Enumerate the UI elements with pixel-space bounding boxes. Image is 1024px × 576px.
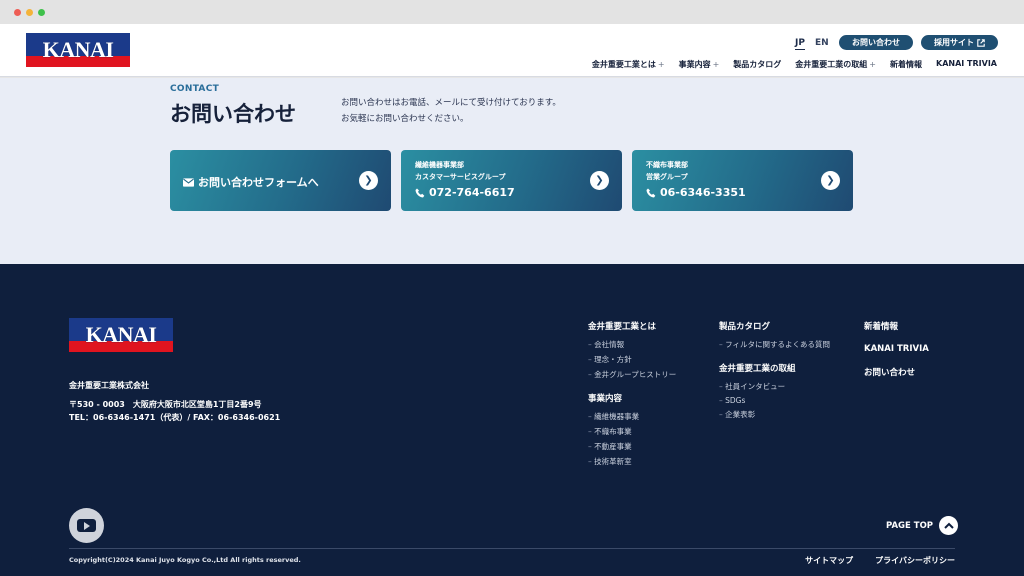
nonwoven-dept-name: 不織布事業部	[646, 161, 688, 169]
footer-link-initiatives[interactable]: 金井重要工業の取組	[719, 362, 830, 374]
footer-divider	[69, 548, 955, 549]
footer-logo[interactable]: KANAI	[69, 318, 173, 352]
close-window-dot[interactable]	[14, 8, 21, 16]
contact-desc-line2: お気軽にお問い合わせください。	[341, 114, 469, 124]
header-contact-button[interactable]: お問い合わせ	[839, 35, 913, 50]
site-footer: KANAI 金井重要工業株式会社 〒530 - 0003 大阪府大阪市北区堂島1…	[0, 264, 1024, 576]
maximize-window-dot[interactable]	[38, 8, 45, 16]
nav-business-label: 事業内容	[678, 60, 711, 69]
footer-link-contact[interactable]: お問い合わせ	[864, 366, 929, 378]
nav-catalog-label: 製品カタログ	[733, 60, 782, 69]
fiber-dept-name: 繊維機器事業部	[415, 161, 464, 169]
nav-business[interactable]: 事業内容 +	[679, 59, 720, 70]
footer-col-2: 製品カタログ フィルタに関するよくある質問 金井重要工業の取組 社員インタビュー…	[719, 320, 830, 420]
phone-icon	[415, 188, 425, 197]
page-top-button[interactable]: PAGE TOP	[886, 516, 959, 535]
footer-col-1: 金井重要工業とは 会社情報 理念・方針 金井グループヒストリー 事業内容 繊維機…	[588, 320, 676, 467]
footer-link-nonwoven[interactable]: 不織布事業	[588, 426, 676, 437]
site-header: KANAI JP EN お問い合わせ 採用サイト 金井重要工業とは + 事業内容 +…	[0, 24, 1024, 77]
nav-catalog[interactable]: 製品カタログ	[733, 59, 781, 70]
footer-link-business[interactable]: 事業内容	[588, 392, 676, 404]
sitemap-link[interactable]: サイトマップ	[805, 555, 853, 566]
footer-link-filter-faq[interactable]: フィルタに関するよくある質問	[719, 339, 830, 350]
footer-link-catalog[interactable]: 製品カタログ	[719, 320, 830, 332]
phone-icon	[646, 188, 656, 197]
nav-about-label: 金井重要工業とは	[591, 60, 656, 69]
copyright-text: Copyright(C)2024 Kanai Juyo Kogyo Co.,Lt…	[69, 556, 301, 564]
footer-link-about[interactable]: 金井重要工業とは	[588, 320, 676, 332]
footer-link-sdgs[interactable]: SDGs	[719, 396, 830, 405]
nav-initiatives-label: 金井重要工業の取組	[795, 60, 868, 69]
footer-link-company-info[interactable]: 会社情報	[588, 339, 676, 350]
footer-link-interview[interactable]: 社員インタビュー	[719, 381, 830, 392]
lang-en-link[interactable]: EN	[815, 38, 829, 48]
nav-initiatives[interactable]: 金井重要工業の取組 +	[795, 59, 876, 70]
footer-address: 〒530 - 0003 大阪府大阪市北区堂島1丁目2番9号	[69, 400, 262, 409]
contact-form-label: お問い合わせフォームへ	[198, 176, 319, 189]
footer-company-name: 金井重要工業株式会社	[69, 381, 149, 390]
header-recruit-button[interactable]: 採用サイト	[921, 35, 998, 50]
footer-col-3: 新着情報 KANAI TRIVIA お問い合わせ	[864, 320, 929, 378]
nav-about[interactable]: 金井重要工業とは +	[592, 59, 665, 70]
fiber-dept-phone-card[interactable]: 繊維機器事業部 カスタマーサービスグループ 072-764-6617 ❯	[401, 150, 622, 211]
privacy-policy-link[interactable]: プライバシーポリシー	[875, 555, 955, 566]
nonwoven-dept-tel: 06-6346-3351	[660, 186, 746, 199]
footer-link-awards[interactable]: 企業表彰	[719, 409, 830, 420]
footer-link-realestate[interactable]: 不動産事業	[588, 441, 676, 452]
footer-bottom-links: サイトマップ プライバシーポリシー	[805, 555, 955, 566]
footer-tel-fax: TEL：06-6346-1471（代表）/ FAX：06-6346-0621	[69, 413, 281, 422]
header-contact-label: お問い合わせ	[852, 38, 900, 47]
arrow-right-icon: ❯	[590, 171, 609, 190]
nav-business-plus-icon: +	[712, 60, 720, 69]
browser-chrome	[0, 0, 1024, 24]
header-logo-text: KANAI	[42, 37, 114, 62]
fiber-dept-tel: 072-764-6617	[429, 186, 515, 199]
nav-about-plus-icon: +	[657, 60, 665, 69]
contact-description: お問い合わせはお電話、メールにて受け付けております。 お気軽にお問い合わせくださ…	[341, 95, 561, 127]
footer-link-fiber[interactable]: 繊維機器事業	[588, 411, 676, 422]
arrow-right-icon: ❯	[821, 171, 840, 190]
lang-jp-link[interactable]: JP	[795, 38, 805, 50]
arrow-right-icon: ❯	[359, 171, 378, 190]
footer-link-innovation[interactable]: 技術革新室	[588, 456, 676, 467]
footer-link-trivia[interactable]: KANAI TRIVIA	[864, 344, 929, 354]
nav-trivia[interactable]: KANAI TRIVIA	[936, 59, 997, 70]
footer-link-philosophy[interactable]: 理念・方針	[588, 354, 676, 365]
nav-initiatives-plus-icon: +	[869, 60, 876, 69]
nav-news-label: 新着情報	[890, 60, 922, 69]
contact-title: お問い合わせ	[170, 102, 296, 126]
nav-news[interactable]: 新着情報	[890, 59, 922, 70]
nav-trivia-label: KANAI TRIVIA	[936, 59, 997, 68]
external-link-icon	[977, 38, 985, 47]
contact-form-card[interactable]: お問い合わせフォームへ ❯	[170, 150, 391, 211]
main-nav: 金井重要工業とは + 事業内容 + 製品カタログ 金井重要工業の取組 + 新着情報 K…	[592, 59, 997, 70]
youtube-icon	[77, 519, 96, 532]
page-top-label: PAGE TOP	[886, 520, 934, 531]
nonwoven-dept-group: 営業グループ	[646, 173, 688, 181]
contact-section: CONTACT お問い合わせ お問い合わせはお電話、メールにて受け付けております…	[0, 78, 1024, 264]
contact-eng-label: CONTACT	[170, 84, 220, 94]
header-logo[interactable]: KANAI	[26, 33, 130, 67]
chevron-up-icon	[939, 516, 959, 535]
footer-link-history[interactable]: 金井グループヒストリー	[588, 369, 676, 380]
mail-icon	[183, 177, 194, 187]
minimize-window-dot[interactable]	[26, 8, 33, 16]
header-recruit-label: 採用サイト	[934, 38, 974, 47]
nonwoven-dept-phone-card[interactable]: 不織布事業部 営業グループ 06-6346-3351 ❯	[632, 150, 853, 211]
youtube-link[interactable]	[69, 508, 104, 543]
fiber-dept-group: カスタマーサービスグループ	[415, 173, 506, 181]
footer-logo-text: KANAI	[85, 322, 157, 347]
contact-desc-line1: お問い合わせはお電話、メールにて受け付けております。	[341, 98, 561, 108]
footer-address-block: 〒530 - 0003 大阪府大阪市北区堂島1丁目2番9号 TEL：06-634…	[69, 398, 280, 424]
footer-link-news[interactable]: 新着情報	[864, 320, 929, 332]
